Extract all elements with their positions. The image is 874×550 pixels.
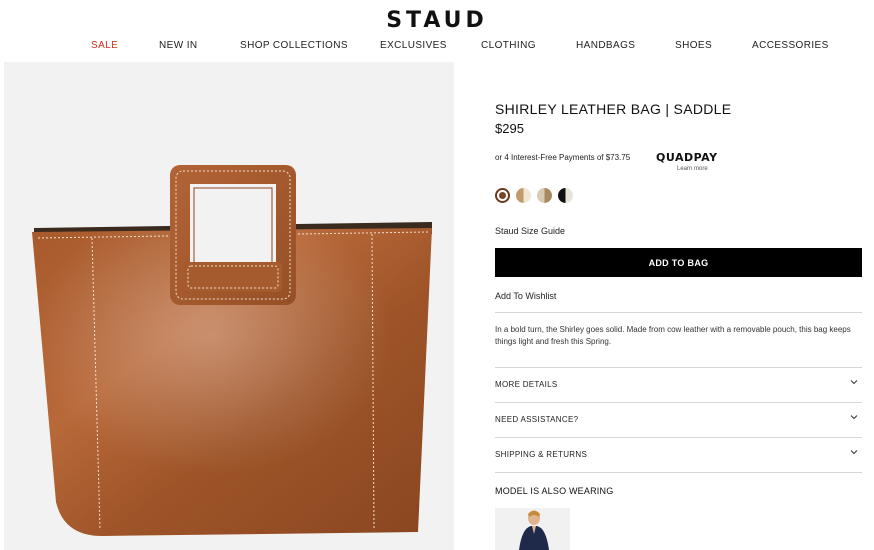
main-nav: SALE NEW IN SHOP COLLECTIONS EXCLUSIVES … xyxy=(0,40,874,54)
accordion-more-details[interactable]: MORE DETAILS xyxy=(495,368,862,402)
size-guide-link[interactable]: Staud Size Guide xyxy=(495,226,565,236)
bag-illustration xyxy=(32,165,432,536)
accordion-shipping-returns[interactable]: SHIPPING & RETURNS xyxy=(495,438,862,472)
nav-handbags[interactable]: HANDBAGS xyxy=(576,40,635,51)
swatch-saddle[interactable] xyxy=(495,188,510,203)
nav-accessories[interactable]: ACCESSORIES xyxy=(752,40,829,51)
accordion-label: MORE DETAILS xyxy=(495,380,558,389)
swatch-tan-cream[interactable] xyxy=(516,188,531,203)
product-price: $295 xyxy=(495,121,524,136)
model-product-thumbnail[interactable] xyxy=(495,508,570,550)
product-title: SHIRLEY LEATHER BAG | SADDLE xyxy=(495,101,732,117)
chevron-down-icon xyxy=(850,450,858,455)
quadpay-learn-more-link[interactable]: Learn more xyxy=(677,166,708,172)
product-image[interactable] xyxy=(4,62,454,550)
color-swatches xyxy=(495,188,595,204)
divider xyxy=(495,472,862,473)
nav-sale[interactable]: SALE xyxy=(91,40,118,51)
nav-exclusives[interactable]: EXCLUSIVES xyxy=(380,40,447,51)
nav-new-in[interactable]: NEW IN xyxy=(159,40,198,51)
divider xyxy=(495,312,862,313)
accordion-need-assistance[interactable]: NEED ASSISTANCE? xyxy=(495,403,862,437)
nav-shoes[interactable]: SHOES xyxy=(675,40,712,51)
swatch-black-cream[interactable] xyxy=(558,188,573,203)
quadpay-logo: QUADPAY xyxy=(656,151,718,164)
brand-logo[interactable]: STAUD xyxy=(0,8,874,33)
accordion-label: NEED ASSISTANCE? xyxy=(495,415,579,424)
add-to-bag-button[interactable]: ADD TO BAG xyxy=(495,248,862,277)
chevron-down-icon xyxy=(850,380,858,385)
accordion-label: SHIPPING & RETURNS xyxy=(495,450,588,459)
product-description: In a bold turn, the Shirley goes solid. … xyxy=(495,325,851,346)
add-to-wishlist-link[interactable]: Add To Wishlist xyxy=(495,291,556,301)
model-image xyxy=(495,508,570,550)
installments-text: or 4 Interest-Free Payments of $73.75 xyxy=(495,153,631,162)
swatch-cream-tan[interactable] xyxy=(537,188,552,203)
nav-clothing[interactable]: CLOTHING xyxy=(481,40,536,51)
model-also-wearing-heading: MODEL IS ALSO WEARING xyxy=(495,486,614,496)
chevron-down-icon xyxy=(850,415,858,420)
nav-shop-collections[interactable]: SHOP COLLECTIONS xyxy=(240,40,348,51)
